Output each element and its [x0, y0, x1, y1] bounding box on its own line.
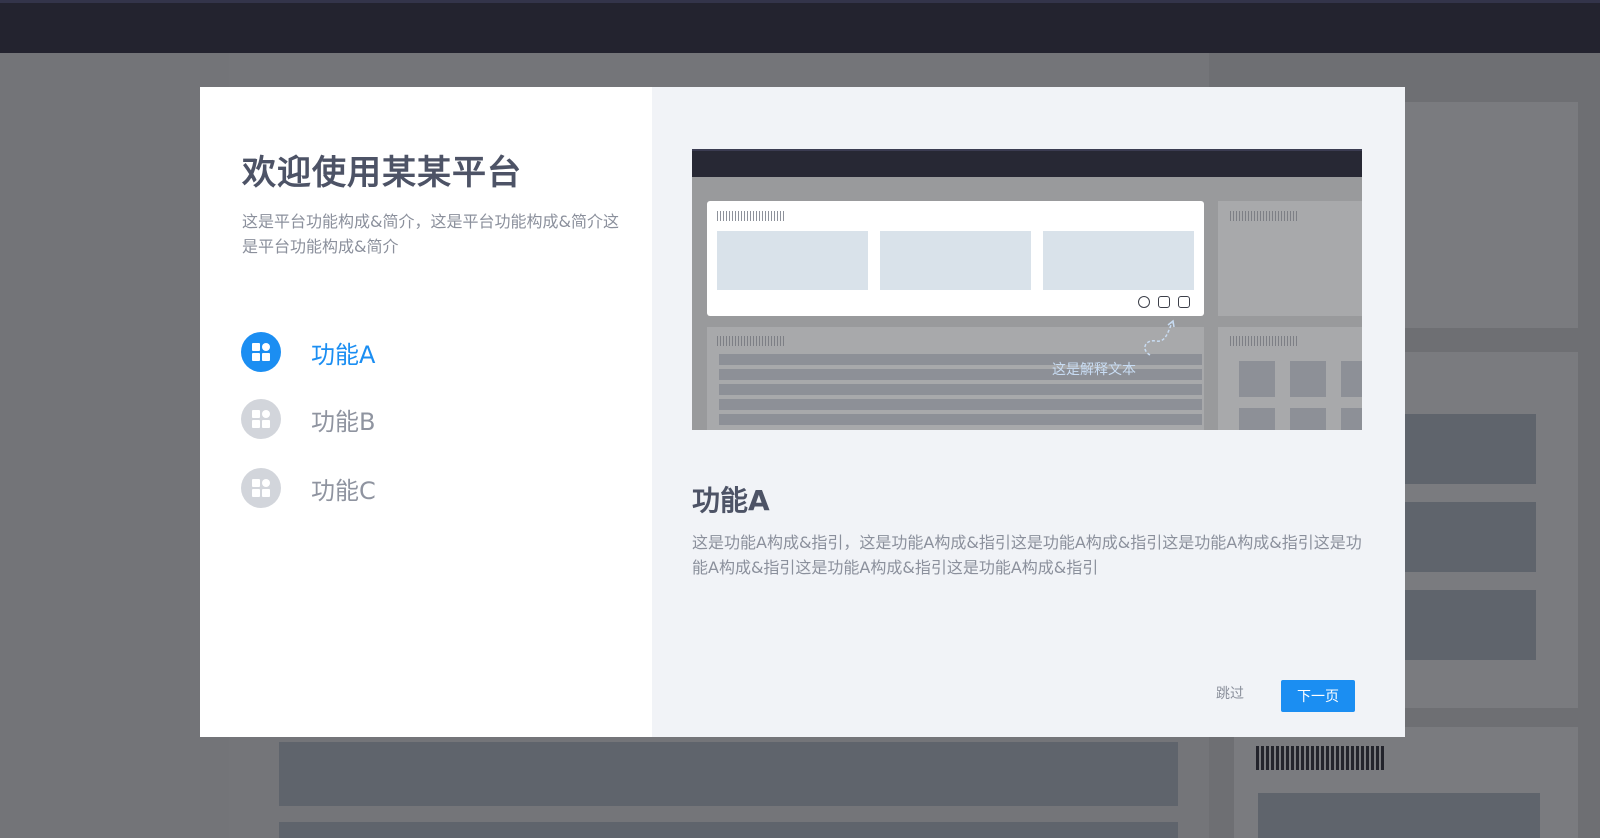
annotation-arrow-icon: [1144, 319, 1175, 356]
preview-annotation: 这是解释文本: [1052, 362, 1136, 378]
grid-icon: [241, 468, 281, 508]
preview-grid-tile: [1239, 361, 1275, 397]
feature-label: 功能A: [311, 340, 376, 369]
preview-tile: [880, 231, 1031, 290]
welcome-description: 这是平台功能构成&简介，这是平台功能构成&简介这是平台功能构成&简介: [242, 212, 619, 256]
next-page-button[interactable]: 下一页: [1281, 680, 1355, 712]
background-tile: [1468, 502, 1536, 572]
onboarding-modal: 欢迎使用某某平台 这是平台功能构成&简介，这是平台功能构成&简介这是平台功能构成…: [200, 87, 1405, 737]
background-tile: [1468, 590, 1536, 660]
preview-grid-tile: [1290, 408, 1326, 430]
preview-grid-tile: [1290, 361, 1326, 397]
feature-label: 功能B: [311, 407, 376, 436]
background-tile: [1405, 502, 1473, 572]
background-tile: [1405, 590, 1473, 660]
edit-icon: [1178, 296, 1190, 308]
feature-detail-description: 这是功能A构成&指引，这是功能A构成&指引这是功能A构成&指引这是功能A构成&指…: [692, 533, 1362, 577]
modal-right-panel: 这是解释文本 功能A 这是功能A构成&指引，这是功能A构成&指引这是功能A构成&…: [652, 87, 1405, 737]
preview-grid-card: [1218, 327, 1362, 430]
preview-toolbar: [1138, 296, 1190, 308]
grid-icon: [241, 399, 281, 439]
preview-card-title: [1230, 336, 1298, 346]
preview-list-row: [719, 384, 1202, 395]
preview-card-title: [717, 211, 785, 221]
preview-list-row: [719, 414, 1202, 425]
preview-grid-tile: [1239, 408, 1275, 430]
welcome-title: 欢迎使用某某平台: [242, 153, 522, 193]
background-barcode: [1256, 746, 1386, 770]
ai-icon: [1158, 296, 1170, 308]
feature-detail-title: 功能A: [692, 484, 770, 517]
preview-card-title: [717, 336, 785, 346]
preview-card-title: [1230, 211, 1298, 221]
preview-list-row: [719, 399, 1202, 410]
grid-icon: [241, 332, 281, 372]
preview-tile: [717, 231, 868, 290]
modal-left-panel: 欢迎使用某某平台 这是平台功能构成&简介，这是平台功能构成&简介这是平台功能构成…: [200, 87, 652, 737]
feature-item-a[interactable]: 功能A: [241, 332, 375, 372]
skip-button[interactable]: 跳过: [1216, 683, 1244, 703]
background-tile: [1405, 414, 1473, 484]
background-sidebar: [0, 53, 229, 838]
feature-preview-image: 这是解释文本: [692, 149, 1362, 430]
preview-grid-tile: [1341, 361, 1362, 397]
background-content-block: [1258, 793, 1540, 838]
preview-grid-tile: [1341, 408, 1362, 430]
preview-topbar: [692, 149, 1362, 177]
gear-icon: [1138, 296, 1150, 308]
background-content-block: [279, 822, 1178, 838]
preview-tile: [1043, 231, 1194, 290]
background-content-block: [279, 742, 1178, 806]
feature-item-c[interactable]: 功能C: [241, 468, 376, 508]
preview-highlight-card: [707, 201, 1204, 316]
preview-side-card: [1218, 201, 1362, 316]
feature-label: 功能C: [311, 476, 376, 505]
feature-item-b[interactable]: 功能B: [241, 399, 375, 439]
background-side-card: [1405, 102, 1578, 328]
background-tile: [1468, 414, 1536, 484]
app-topbar: [0, 0, 1600, 53]
